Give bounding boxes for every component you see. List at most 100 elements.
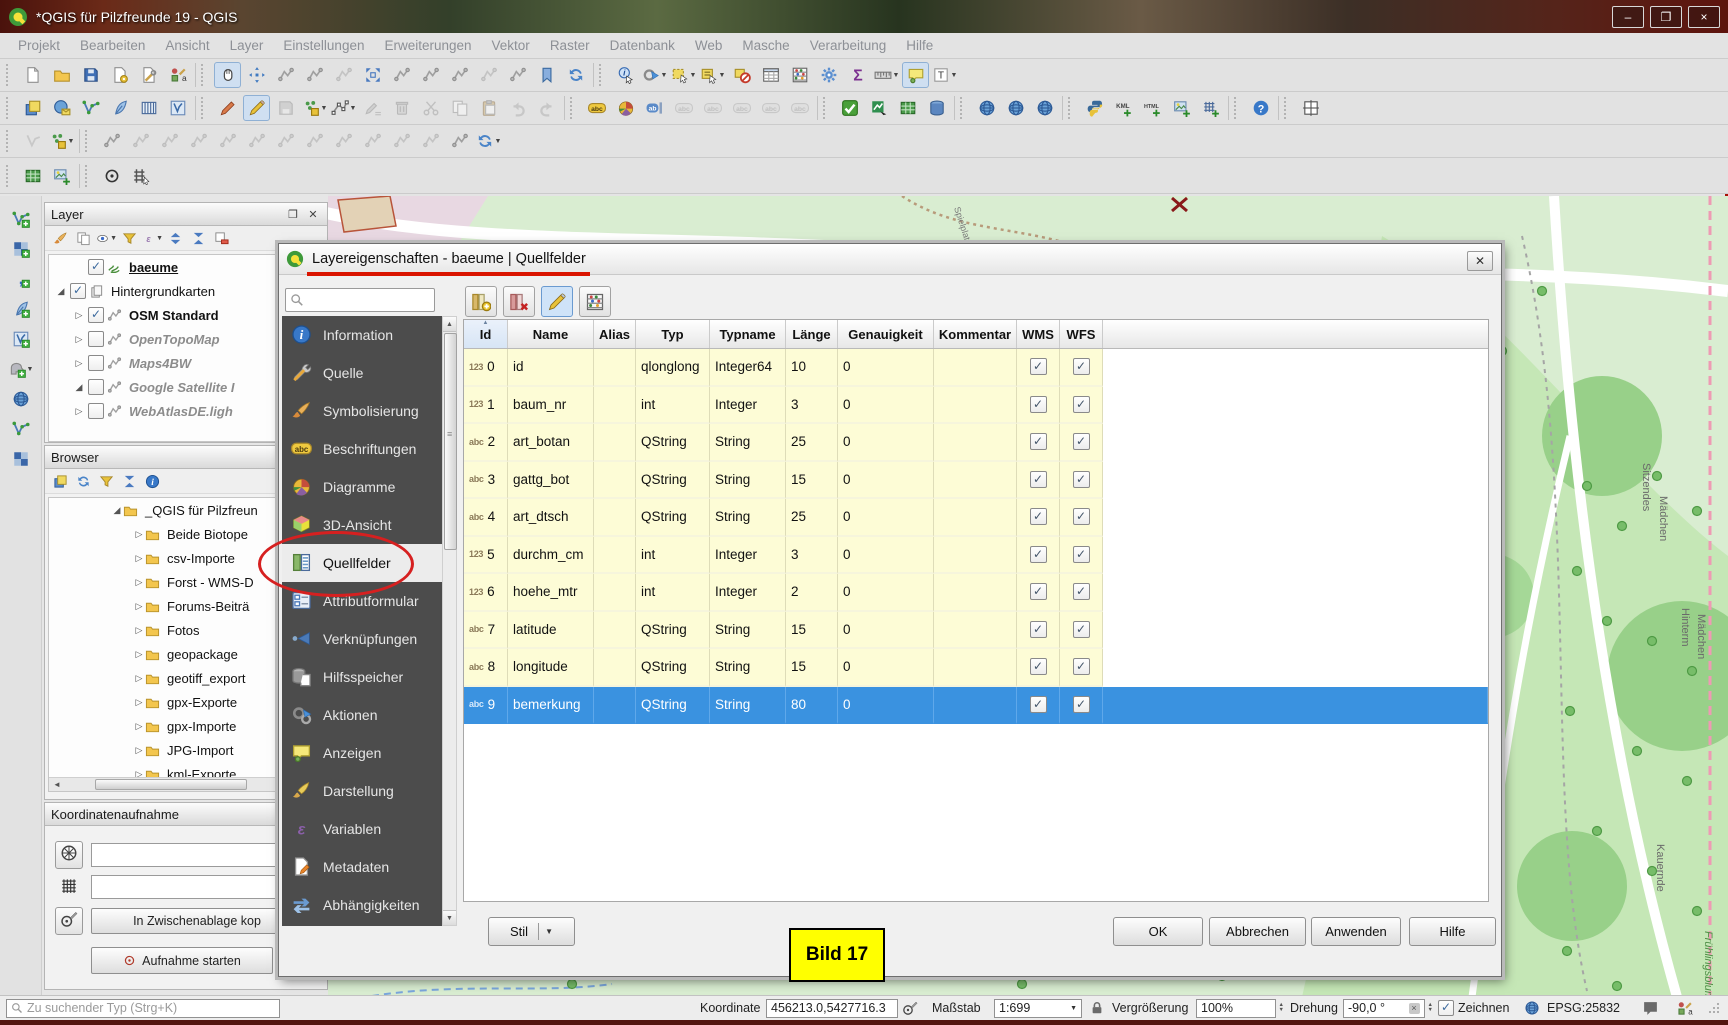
wfs-checkbox[interactable]: ✓ [1073, 546, 1090, 563]
start-capture-button[interactable]: Aufnahme starten [91, 947, 273, 974]
expand-expander-icon[interactable]: ▷ [133, 697, 145, 708]
new-field-icon[interactable] [465, 286, 497, 317]
sidebar-item-beschriftungen[interactable]: abcBeschriftungen [282, 430, 442, 468]
add-wms-layer-icon[interactable] [7, 386, 34, 412]
refresh-map-icon[interactable] [562, 62, 589, 88]
zoom-full-icon[interactable] [359, 62, 386, 88]
metasearch-icon[interactable] [973, 95, 1000, 121]
pin-labels-icon[interactable]: abc [670, 95, 697, 121]
maximize-button[interactable]: ❐ [1650, 6, 1682, 28]
ok-button[interactable]: OK [1113, 917, 1203, 946]
layer-visibility-checkbox[interactable]: ✓ [70, 283, 86, 299]
scale-combo[interactable]: 1:699▼ [994, 998, 1082, 1018]
dialog-title-bar[interactable]: Layereigenschaften - baeume | Quellfelde… [279, 244, 1501, 275]
spinner-arrows-icon[interactable]: ▲▼ [1428, 1003, 1433, 1013]
field-row-hoehe_mtr[interactable]: 1236hoehe_mtrintInteger20✓✓ [464, 574, 1488, 612]
dialog-close-button[interactable]: ✕ [1467, 251, 1493, 271]
wfs-checkbox[interactable]: ✓ [1073, 658, 1090, 675]
pan-map-icon[interactable] [214, 62, 241, 88]
column-header-typ[interactable]: Typ [636, 320, 710, 348]
wfs-checkbox[interactable]: ✓ [1073, 621, 1090, 638]
toggle-editing-icon[interactable] [243, 95, 270, 121]
data-source-manager-icon[interactable] [19, 95, 46, 121]
grid-export-icon[interactable] [1197, 95, 1224, 121]
select-by-value-icon[interactable]: ▼ [699, 62, 726, 88]
add-vector-layer-icon[interactable] [7, 416, 34, 442]
new-shapefile-icon[interactable] [77, 95, 104, 121]
map-tips-icon[interactable] [902, 62, 929, 88]
layer-visibility-checkbox[interactable] [88, 355, 104, 371]
menu-item-hilfe[interactable]: Hilfe [896, 35, 943, 56]
modify-attributes-icon[interactable] [359, 95, 386, 121]
refresh-browser-icon[interactable] [73, 471, 94, 491]
wms-checkbox[interactable]: ✓ [1030, 546, 1047, 563]
dialog-search-box[interactable] [285, 288, 435, 312]
simplify-feature-icon[interactable] [19, 128, 46, 154]
delete-selected-icon[interactable] [388, 95, 415, 121]
vertex-tool-icon[interactable]: ▼ [330, 95, 357, 121]
filter-legend-icon[interactable] [119, 228, 140, 248]
expand-expander-icon[interactable]: ▷ [133, 577, 145, 588]
sidebar-item-hilfsspeicher[interactable]: Hilfsspeicher [282, 658, 442, 696]
reshape-features-icon[interactable] [243, 128, 270, 154]
open-layer-styling-icon[interactable] [50, 228, 71, 248]
layout-map-icon[interactable] [19, 163, 46, 189]
minimize-button[interactable]: – [1612, 6, 1644, 28]
sidebar-item-metadaten[interactable]: Metadaten [282, 848, 442, 886]
filter-expression-icon[interactable]: ε▼ [142, 228, 163, 248]
menu-item-web[interactable]: Web [685, 35, 733, 56]
run-feature-action-icon[interactable]: ▼ [641, 62, 668, 88]
layer-labeling-icon[interactable]: abc [583, 95, 610, 121]
merge-attributes-icon[interactable] [388, 128, 415, 154]
change-label-icon[interactable]: abc [786, 95, 813, 121]
delete-part-icon[interactable] [214, 128, 241, 154]
kml-export-icon[interactable]: KML [1110, 95, 1137, 121]
messages-icon[interactable] [1642, 998, 1664, 1018]
layout-manager-icon[interactable] [135, 62, 162, 88]
image-export-icon[interactable] [1168, 95, 1195, 121]
spinner-arrows-icon[interactable]: ▲▼ [1279, 1003, 1284, 1013]
new-bookmark-icon[interactable] [504, 62, 531, 88]
rotation-spin-field[interactable]: -90,0 °×▲▼ [1343, 998, 1433, 1018]
collapse-all-icon[interactable] [119, 471, 140, 491]
current-edits-icon[interactable] [214, 95, 241, 121]
split-parts-icon[interactable] [330, 128, 357, 154]
column-header-länge[interactable]: Länge [786, 320, 838, 348]
html-export-icon[interactable]: HTML [1139, 95, 1166, 121]
layer-visibility-checkbox[interactable] [88, 379, 104, 395]
add-feature-icon[interactable]: ▼ [301, 95, 328, 121]
new-spatialite-layer-icon[interactable]: , [7, 266, 34, 292]
style-manager-icon[interactable]: a [164, 62, 191, 88]
show-properties-icon[interactable]: i [142, 471, 163, 491]
sidebar-item-anzeigen[interactable]: Anzeigen [282, 734, 442, 772]
layer-diagram-icon[interactable] [612, 95, 639, 121]
anwenden-button[interactable]: Anwenden [1311, 917, 1401, 946]
lock-scale-icon[interactable] [1090, 998, 1106, 1018]
expand-expander-icon[interactable]: ▷ [133, 721, 145, 732]
wms-checkbox[interactable]: ✓ [1030, 508, 1047, 525]
track-digitize-icon[interactable] [127, 163, 154, 189]
collapse-expander-icon[interactable]: ◢ [55, 286, 67, 297]
measure-icon[interactable]: ▼ [873, 62, 900, 88]
zoom-next-icon[interactable] [475, 62, 502, 88]
sidebar-item-variablen[interactable]: εVariablen [282, 810, 442, 848]
wfs-checkbox[interactable]: ✓ [1073, 433, 1090, 450]
menu-item-masche[interactable]: Masche [732, 35, 799, 56]
abbrechen-button[interactable]: Abbrechen [1209, 917, 1306, 946]
new-project-icon[interactable] [19, 62, 46, 88]
menu-item-verarbeitung[interactable]: Verarbeitung [800, 35, 897, 56]
coordinate-field[interactable]: 456213.0,5427716.3 [766, 998, 898, 1018]
scroll-up-icon[interactable]: ▲ [443, 317, 456, 332]
new-print-layout-icon[interactable] [106, 62, 133, 88]
field-row-longitude[interactable]: abc8longitudeQStringString150✓✓ [464, 649, 1488, 687]
save-project-icon[interactable] [77, 62, 104, 88]
menu-item-ansicht[interactable]: Ansicht [155, 35, 219, 56]
georef-target-icon[interactable] [98, 163, 125, 189]
menu-item-layer[interactable]: Layer [220, 35, 274, 56]
expand-expander-icon[interactable]: ▷ [133, 673, 145, 684]
zoom-to-layer-icon[interactable] [417, 62, 444, 88]
new-virtual-layer-icon[interactable] [135, 95, 162, 121]
close-button[interactable]: × [1688, 6, 1720, 28]
sidebar-item-darstellung[interactable]: Darstellung [282, 772, 442, 810]
expand-expander-icon[interactable]: ▷ [133, 529, 145, 540]
